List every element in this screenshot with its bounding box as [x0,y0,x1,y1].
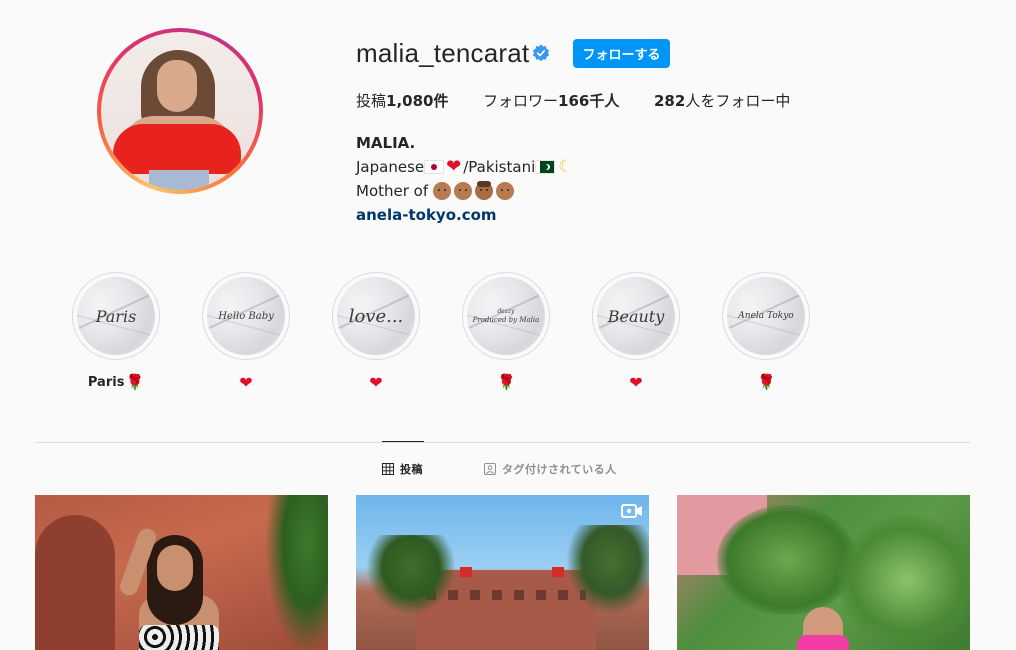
highlight-hello-baby[interactable]: Hello Baby ❤ [202,272,290,392]
highlight-cover-text: Beauty [607,306,665,326]
crescent-moon-icon: ☾ [558,157,574,177]
followers-stat-label: フォロワー [483,92,559,110]
highlight-beauty[interactable]: Beauty ❤ [592,272,680,392]
posts-stat: 投稿1,080件 [356,90,448,111]
highlight-cover: Anela Tokyo [727,277,805,355]
highlight-cover: dezzy Produced by Malia [467,277,545,355]
bio-mother-text: Mother of [356,182,429,200]
posts-stat-count: 1,080件 [386,92,449,110]
profile-bio: MALIA. Japanese ❤ /Pakistani ☾ Mother of… [356,131,574,227]
followers-stat-count: 166千人 [558,92,620,110]
rose-icon: 🌹 [497,373,516,391]
highlight-cover: Beauty [597,277,675,355]
highlight-cover-text: Anela Tokyo [738,311,794,321]
highlight-label: ❤ [592,372,680,392]
active-tab-indicator [382,441,424,442]
highlight-love[interactable]: love... ❤ [332,272,420,392]
highlight-label: Paris 🌹 [87,373,145,391]
profile-username: malia_tencarat [356,38,530,68]
profile-avatar[interactable] [97,28,263,194]
pakistan-flag-icon [536,161,555,173]
rose-icon: 🌹 [757,373,776,391]
avatar-photo [101,32,259,190]
highlight-cover-text: Hello Baby [218,310,274,322]
highlight-anela-tokyo[interactable]: Anela Tokyo 🌹 [722,272,810,391]
tab-posts-label: 投稿 [400,463,423,476]
highlight-cover-small-text: dezzy [497,308,515,315]
red-heart-icon: ❤ [446,156,462,177]
bio-line-mother: Mother of [356,179,574,203]
follow-button[interactable]: フォローする [573,39,670,68]
following-stat-label: 人をフォロー中 [685,92,791,110]
bio-pakistani-text: /Pakistani [463,158,536,176]
followers-stat[interactable]: フォロワー166千人 [483,90,619,111]
highlight-label: 🌹 [462,373,550,391]
red-heart-icon: ❤ [629,372,643,392]
tab-posts[interactable]: 投稿 [382,461,423,477]
video-camera-icon [621,504,642,518]
highlight-produced-by-malia[interactable]: dezzy Produced by Malia 🌹 [462,272,550,391]
baby-boy-icon [453,182,472,200]
tab-tagged-label: タグ付けされている人 [502,463,617,476]
grid-icon [382,463,394,475]
instagram-profile-page: malia_tencarat フォローする 投稿1,080件 フォロワー166千… [0,0,1016,650]
rose-icon: 🌹 [125,373,145,391]
following-stat[interactable]: 282人をフォロー中 [654,90,790,111]
highlight-cover: Hello Baby [207,277,285,355]
post-thumbnail[interactable] [35,495,328,650]
post-thumbnail-video[interactable] [356,495,649,650]
baby-girl-icon [474,181,493,200]
highlight-cover-text: Produced by Malia [472,316,540,324]
bio-name: MALIA. [356,134,416,152]
highlight-paris[interactable]: Paris Paris 🌹 [72,272,160,391]
highlight-cover-text: love... [348,305,404,327]
post-thumbnail[interactable] [677,495,970,650]
highlight-cover: love... [337,277,415,355]
highlight-cover: Paris [77,277,155,355]
highlight-cover-text: Paris [95,306,137,326]
bio-website-link[interactable]: anela-tokyo.com [356,203,574,227]
japan-flag-icon [425,161,444,173]
highlight-label: 🌹 [722,373,810,391]
following-stat-count: 282 [654,92,686,110]
tagged-user-icon [484,463,496,475]
baby-icon [495,182,514,200]
posts-stat-label: 投稿 [356,92,387,110]
highlight-label: ❤ [332,372,420,392]
baby-boy-icon [432,182,451,200]
verified-badge-icon [532,44,550,62]
red-heart-icon: ❤ [239,372,253,392]
bio-line-heritage: Japanese ❤ /Pakistani ☾ [356,155,574,179]
tab-tagged[interactable]: タグ付けされている人 [484,461,617,477]
bio-japanese-text: Japanese [356,158,425,176]
red-heart-icon: ❤ [369,372,383,392]
highlight-label: ❤ [202,372,290,392]
tabs-divider [35,442,970,443]
